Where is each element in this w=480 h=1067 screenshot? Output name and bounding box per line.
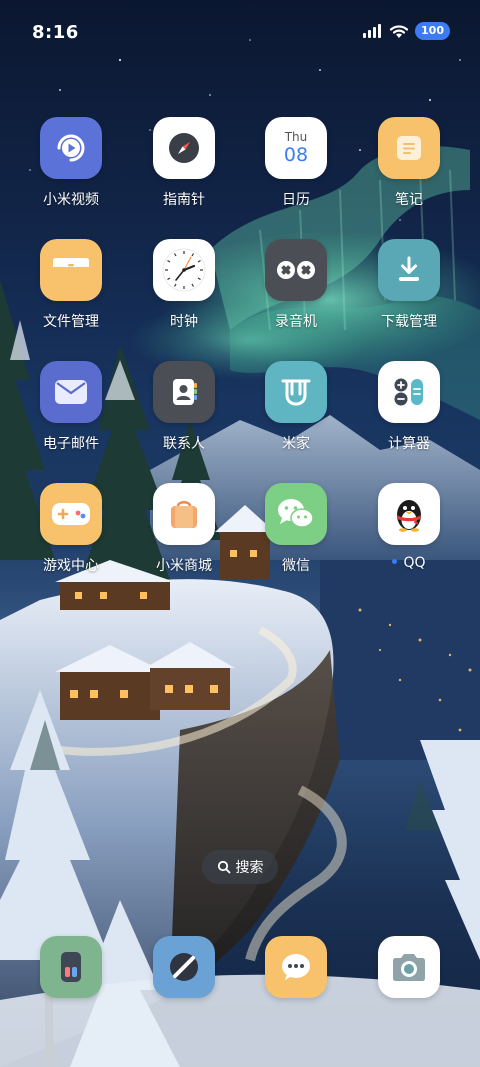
browser-icon xyxy=(153,936,215,998)
app-label: 指南针 xyxy=(163,192,205,208)
app-file-manager[interactable]: 文件管理 xyxy=(23,239,119,331)
battery-badge: 100 xyxy=(415,22,450,40)
app-label: 游戏中心 xyxy=(43,558,99,574)
calendar-day: Thu xyxy=(284,129,308,144)
dock-phone[interactable] xyxy=(23,936,119,998)
app-qq[interactable]: QQ xyxy=(361,483,457,571)
video-icon xyxy=(40,117,102,179)
search-label: 搜索 xyxy=(235,860,264,876)
app-mijia[interactable]: 米家 xyxy=(248,361,344,453)
app-mi-video[interactable]: 小米视频 xyxy=(23,117,119,209)
app-label: 笔记 xyxy=(395,192,423,208)
status-icons: 100 xyxy=(363,22,450,40)
gamepad-icon xyxy=(40,483,102,545)
mail-icon xyxy=(40,361,102,423)
app-label: 录音机 xyxy=(275,314,317,330)
app-label: 米家 xyxy=(282,436,310,452)
mijia-icon xyxy=(265,361,327,423)
app-contacts[interactable]: 联系人 xyxy=(136,361,232,453)
app-label-text: QQ xyxy=(403,555,426,571)
app-label: 时钟 xyxy=(170,314,198,330)
status-time: 8:16 xyxy=(32,22,79,43)
contacts-icon xyxy=(153,361,215,423)
new-indicator-dot xyxy=(392,558,398,564)
app-label: 小米视频 xyxy=(43,192,99,208)
wifi-icon xyxy=(389,24,409,38)
dock-browser[interactable] xyxy=(136,936,232,998)
app-recorder[interactable]: 录音机 xyxy=(248,239,344,331)
app-calendar[interactable]: Thu 08 日历 xyxy=(248,117,344,209)
messages-icon xyxy=(265,936,327,998)
shopping-bag-icon xyxy=(153,483,215,545)
calculator-icon xyxy=(378,361,440,423)
app-game-center[interactable]: 游戏中心 xyxy=(23,483,119,575)
app-notes[interactable]: 笔记 xyxy=(361,117,457,209)
app-label: 日历 xyxy=(282,192,310,208)
app-label: 计算器 xyxy=(388,436,430,452)
app-wechat[interactable]: 微信 xyxy=(248,483,344,575)
calendar-icon: Thu 08 xyxy=(265,117,327,179)
phone-icon xyxy=(40,936,102,998)
app-label: 下载管理 xyxy=(381,314,437,330)
wechat-icon xyxy=(265,483,327,545)
search-icon xyxy=(217,860,230,874)
app-label: 文件管理 xyxy=(43,314,99,330)
camera-icon xyxy=(378,936,440,998)
recorder-icon xyxy=(265,239,327,301)
app-label: 联系人 xyxy=(163,436,205,452)
search-button[interactable]: 搜索 xyxy=(202,850,278,884)
app-mi-store[interactable]: 小米商城 xyxy=(136,483,232,575)
dock-messages[interactable] xyxy=(248,936,344,998)
calendar-date: 08 xyxy=(283,143,309,166)
folder-icon xyxy=(40,239,102,301)
app-calculator[interactable]: 计算器 xyxy=(361,361,457,453)
download-icon xyxy=(378,239,440,301)
signal-icon xyxy=(363,24,382,38)
qq-penguin-icon xyxy=(378,483,440,545)
clock-icon xyxy=(153,239,215,301)
status-bar: 8:16 100 xyxy=(0,0,480,68)
dock-camera[interactable] xyxy=(361,936,457,998)
app-email[interactable]: 电子邮件 xyxy=(23,361,119,453)
app-label: 微信 xyxy=(282,558,310,574)
app-label: 电子邮件 xyxy=(43,436,99,452)
app-clock[interactable]: 时钟 xyxy=(136,239,232,331)
app-download-manager[interactable]: 下载管理 xyxy=(361,239,457,331)
app-compass[interactable]: 指南针 xyxy=(136,117,232,209)
notes-icon xyxy=(378,117,440,179)
compass-icon xyxy=(153,117,215,179)
app-label: QQ xyxy=(361,555,457,571)
app-label: 小米商城 xyxy=(156,558,212,574)
